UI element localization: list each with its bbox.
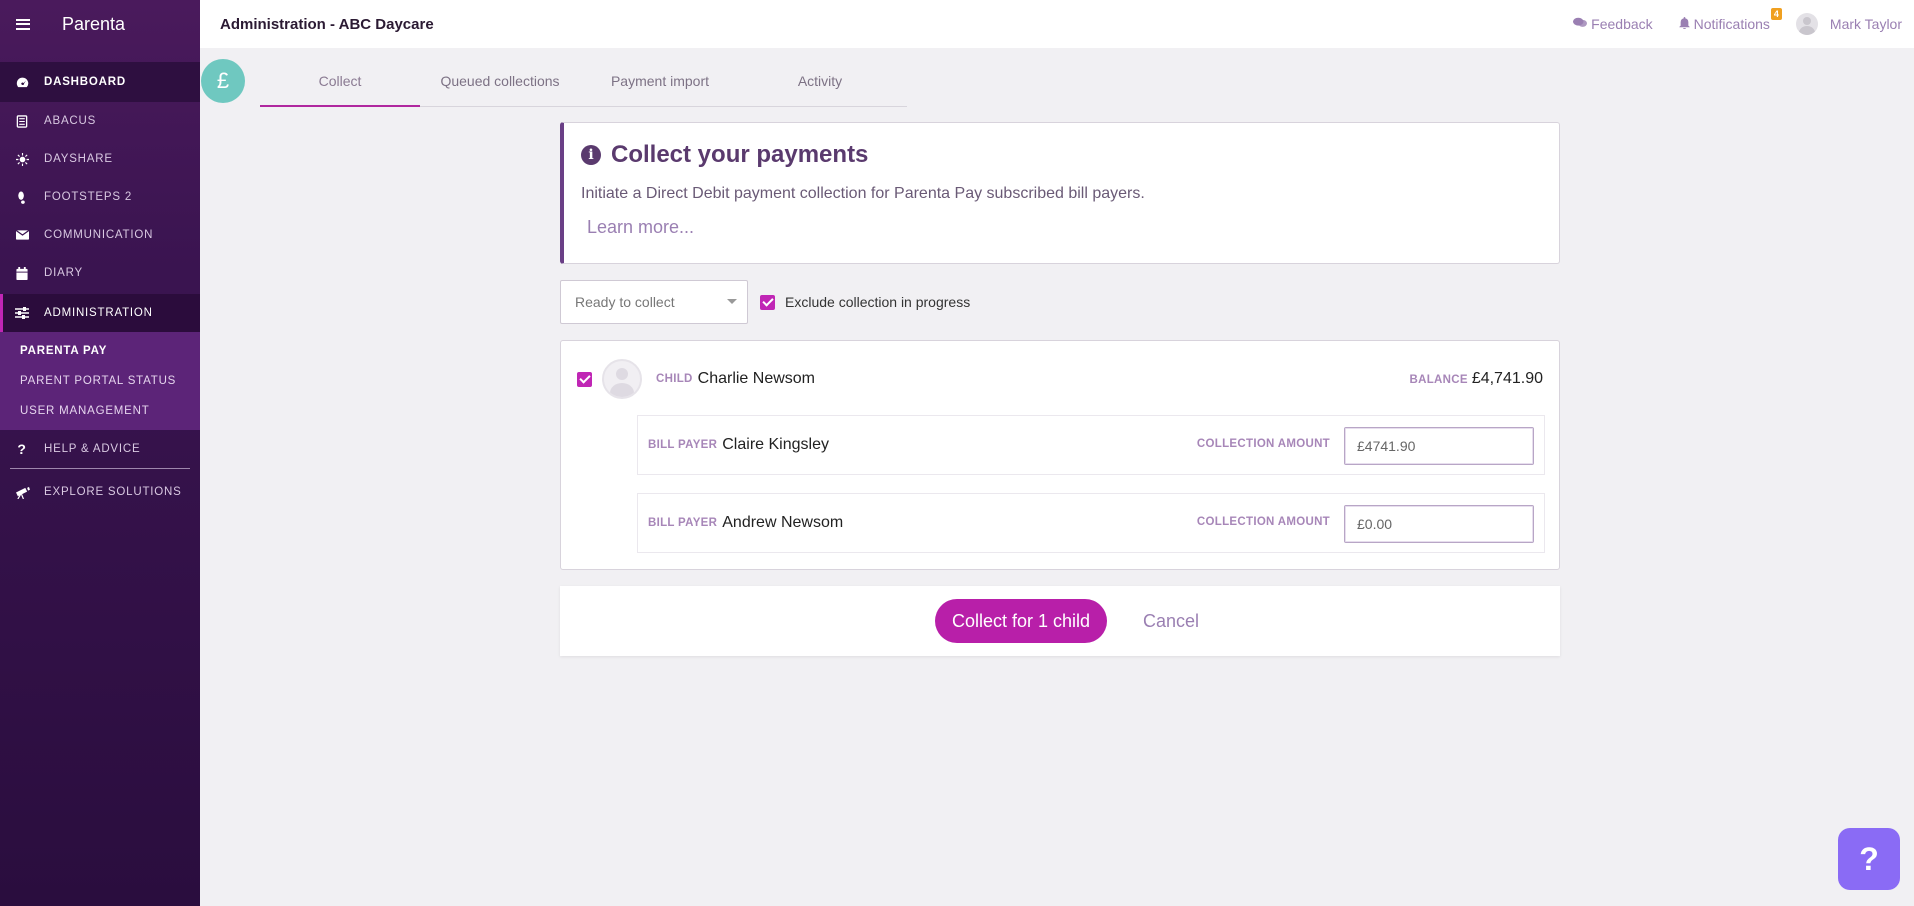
- help-chat-button[interactable]: ?: [1838, 828, 1900, 890]
- bill-payer-label: BILL PAYER: [648, 517, 718, 529]
- child-label: CHILD: [656, 373, 693, 385]
- sidebar-nav: DASHBOARD ABACUS DAYSHARE FOOTSTEPS 2 CO…: [0, 62, 200, 332]
- bill-payer-name: Claire Kingsley: [722, 436, 829, 453]
- sun-icon: [14, 151, 30, 167]
- dashboard-icon: [14, 74, 30, 90]
- tab-activity[interactable]: Activity: [740, 63, 900, 106]
- sidebar-item-label: ABACUS: [44, 115, 97, 127]
- collection-amount-input[interactable]: £0.00: [1344, 505, 1534, 543]
- pound-icon: £: [201, 59, 245, 103]
- tab-bar: Collect Queued collections Payment impor…: [260, 63, 907, 107]
- submenu-item-parenta-pay[interactable]: PARENTA PAY: [0, 336, 200, 366]
- administration-submenu: PARENTA PAY PARENT PORTAL STATUS USER MA…: [0, 332, 200, 430]
- notification-count-badge: 4: [1770, 8, 1782, 20]
- notifications-link[interactable]: Notifications 4: [1678, 8, 1782, 32]
- question-icon: ?: [17, 441, 27, 457]
- status-filter-value: Ready to collect: [575, 294, 675, 310]
- info-description: Initiate a Direct Debit payment collecti…: [581, 185, 1145, 202]
- info-card: i Collect your payments Initiate a Direc…: [560, 122, 1560, 264]
- sidebar-item-dashboard[interactable]: DASHBOARD: [0, 62, 200, 102]
- info-title: i Collect your payments: [581, 141, 1559, 169]
- child-balance: BALANCE £4,741.90: [1409, 370, 1543, 388]
- cancel-button[interactable]: Cancel: [1143, 611, 1199, 632]
- sidebar-item-help[interactable]: ? HELP & ADVICE: [0, 430, 200, 468]
- sidebar-item-label: DAYSHARE: [44, 153, 113, 165]
- child-row: CHILD Charlie Newsom BALANCE £4,741.90: [577, 359, 1543, 399]
- feedback-label: Feedback: [1591, 16, 1653, 32]
- abacus-icon: [14, 113, 30, 129]
- sliders-icon: [14, 305, 30, 321]
- action-bar: Collect for 1 child Cancel: [560, 586, 1560, 656]
- sidebar-divider: [10, 468, 190, 469]
- bill-payer-label: BILL PAYER: [648, 439, 718, 451]
- sidebar-item-diary[interactable]: DIARY: [0, 254, 200, 292]
- sidebar-item-label: HELP & ADVICE: [44, 443, 141, 455]
- sidebar-item-label: COMMUNICATION: [44, 229, 154, 241]
- sidebar-item-administration[interactable]: ADMINISTRATION: [0, 294, 200, 332]
- sidebar-item-label: DIARY: [44, 267, 83, 279]
- tab-payment-import[interactable]: Payment import: [580, 63, 740, 106]
- collection-amount-label: COLLECTION AMOUNT: [1196, 438, 1330, 450]
- page-title: Administration - ABC Daycare: [220, 15, 434, 33]
- balance-value: £4,741.90: [1471, 370, 1543, 387]
- comments-icon: [1573, 17, 1588, 31]
- collection-amount-input[interactable]: £4741.90: [1344, 427, 1534, 465]
- sidebar-item-communication[interactable]: COMMUNICATION: [0, 216, 200, 254]
- child-name: Charlie Newsom: [697, 370, 816, 387]
- child-collection-card: CHILD Charlie Newsom BALANCE £4,741.90 B…: [560, 340, 1560, 570]
- sidebar-item-label: EXPLORE SOLUTIONS: [44, 486, 182, 498]
- sidebar-item-dayshare[interactable]: DAYSHARE: [0, 140, 200, 178]
- exclude-in-progress-checkbox[interactable]: [760, 294, 775, 310]
- sidebar-header: Parenta: [0, 0, 200, 48]
- bill-payer-row: BILL PAYER Andrew Newsom COLLECTION AMOU…: [637, 493, 1545, 553]
- sidebar-item-footsteps[interactable]: FOOTSTEPS 2: [0, 178, 200, 216]
- sidebar-item-label: FOOTSTEPS 2: [44, 191, 133, 203]
- sidebar-item-explore[interactable]: EXPLORE SOLUTIONS: [0, 473, 200, 511]
- sidebar-item-abacus[interactable]: ABACUS: [0, 102, 200, 140]
- collect-button[interactable]: Collect for 1 child: [934, 599, 1107, 643]
- hamburger-menu-icon[interactable]: [16, 18, 30, 30]
- bell-icon: [1678, 16, 1690, 32]
- learn-more-link[interactable]: Learn more...: [587, 217, 694, 238]
- child-select-checkbox[interactable]: [577, 371, 592, 387]
- sidebar-item-label: DASHBOARD: [44, 76, 126, 88]
- info-title-text: Collect your payments: [611, 141, 869, 168]
- chevron-down-icon: [727, 299, 737, 304]
- bill-payer-name: Andrew Newsom: [722, 514, 844, 531]
- top-header: Administration - ABC Daycare Feedback No…: [200, 0, 1914, 48]
- collection-amount-label: COLLECTION AMOUNT: [1196, 516, 1330, 528]
- brand-name: Parenta: [62, 13, 126, 34]
- user-avatar[interactable]: [1795, 13, 1818, 35]
- header-actions: Feedback Notifications 4 Mark Taylor: [1573, 0, 1902, 48]
- balance-label: BALANCE: [1409, 374, 1468, 386]
- feedback-link[interactable]: Feedback: [1573, 16, 1653, 32]
- calendar-icon: [14, 265, 30, 281]
- submenu-item-parent-portal-status[interactable]: PARENT PORTAL STATUS: [0, 366, 200, 396]
- submenu-item-user-management[interactable]: USER MANAGEMENT: [0, 396, 200, 426]
- envelope-icon: [14, 227, 30, 243]
- info-icon: i: [581, 145, 601, 165]
- child-avatar: [602, 359, 642, 399]
- notifications-label: Notifications: [1693, 16, 1770, 32]
- exclude-in-progress-label: Exclude collection in progress: [785, 294, 971, 310]
- bill-payer-row: BILL PAYER Claire Kingsley COLLECTION AM…: [637, 415, 1545, 475]
- sidebar: Parenta DASHBOARD ABACUS DAYSHARE FOOTST…: [0, 0, 200, 906]
- footsteps-icon: [14, 189, 30, 205]
- exclude-in-progress-option: Exclude collection in progress: [760, 294, 970, 310]
- status-filter-select[interactable]: Ready to collect: [560, 280, 748, 324]
- sidebar-item-label: ADMINISTRATION: [44, 307, 153, 319]
- user-name[interactable]: Mark Taylor: [1830, 16, 1902, 32]
- telescope-icon: [14, 484, 30, 500]
- tab-collect[interactable]: Collect: [260, 63, 420, 107]
- tab-queued-collections[interactable]: Queued collections: [420, 63, 580, 106]
